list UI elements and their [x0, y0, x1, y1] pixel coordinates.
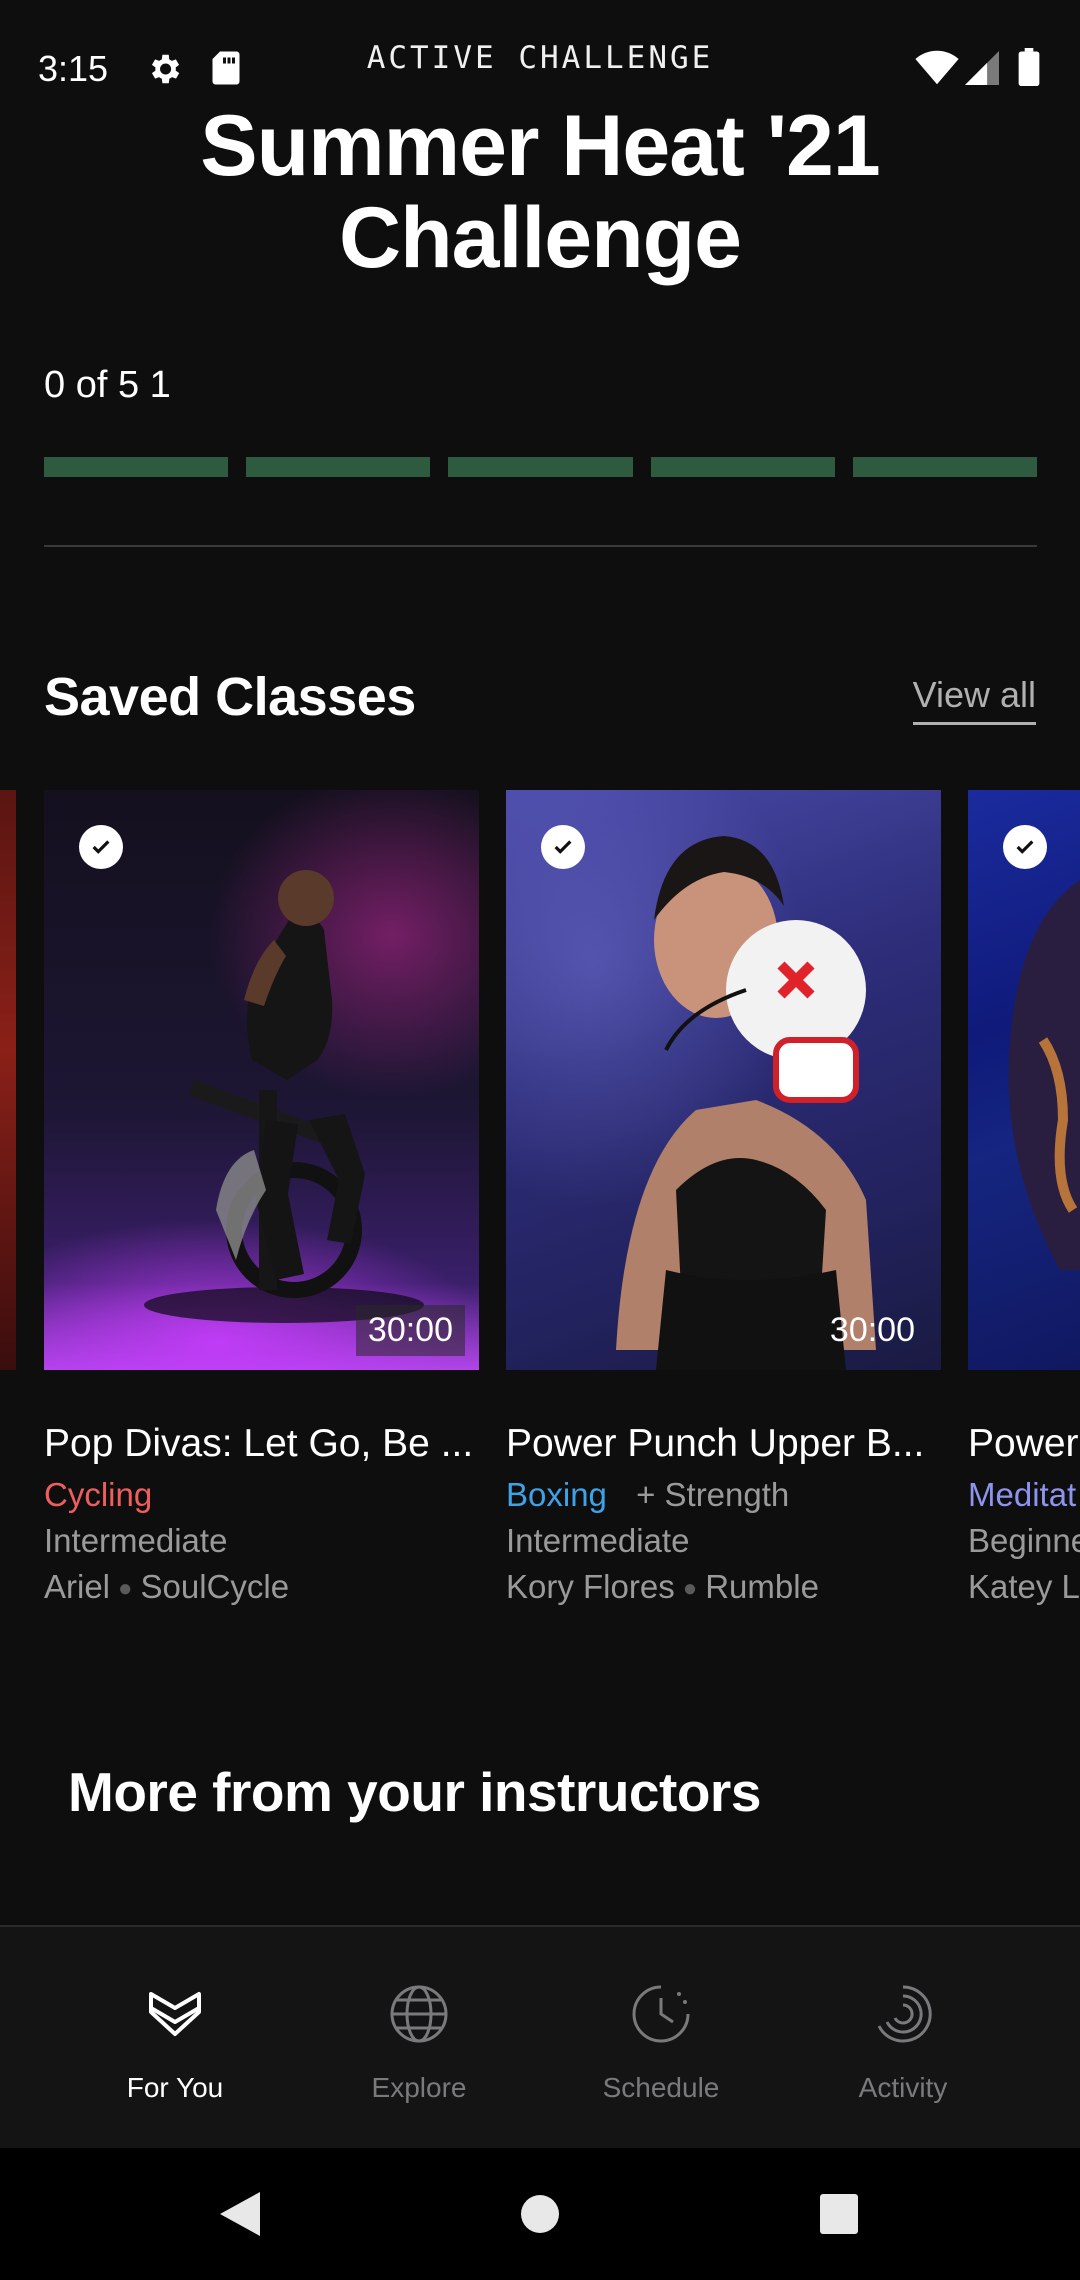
meditation-illustration: [1008, 880, 1080, 1270]
class-category-label: Boxing: [506, 1476, 607, 1513]
class-instructor: Ariel: [44, 1568, 111, 1605]
challenge-progress-text: 0 of 5 1: [44, 364, 171, 406]
class-category: Boxing + Strength: [506, 1476, 941, 1514]
class-card[interactable]: 30:00 Power Punch Upper B... Boxing + St…: [506, 790, 941, 1606]
class-category-label: Cycling: [44, 1476, 153, 1513]
progress-segment: [852, 457, 1038, 477]
globe-icon: [390, 1985, 448, 2043]
class-card[interactable]: 30:00 Pop Divas: Let Go, Be ... Cycling …: [44, 790, 479, 1606]
nav-explore[interactable]: Explore: [329, 1982, 509, 2104]
progress-segment: [44, 457, 229, 477]
class-instructor-studio: Ariel ● SoulCycle: [44, 1568, 479, 1606]
boxer-illustration: [616, 836, 876, 1370]
battery-icon: [1018, 48, 1040, 86]
challenge-title: Summer Heat '21 Challenge: [200, 98, 880, 286]
divider: [44, 545, 1037, 547]
saved-classes-heading: Saved Classes: [44, 667, 416, 727]
back-icon[interactable]: [218, 2190, 262, 2238]
class-title: Pop Divas: Let Go, Be ...: [44, 1422, 474, 1465]
class-studio: SoulCycle: [140, 1568, 290, 1605]
class-duration: 30:00: [829, 1311, 915, 1349]
for-you-icon: [149, 1992, 201, 2036]
class-thumbnail[interactable]: 30:00: [506, 790, 941, 1370]
recents-icon[interactable]: [818, 2190, 860, 2238]
dot-separator: ●: [118, 1575, 133, 1603]
activity-rings-icon: [877, 1985, 932, 2043]
class-level: Intermediate: [506, 1522, 690, 1559]
home-icon[interactable]: [520, 2190, 560, 2238]
class-thumbnail[interactable]: 30:00: [44, 790, 479, 1370]
class-card-partial-left[interactable]: [0, 790, 16, 1370]
class-instructor-studio: Kory Flores ● Rumble: [506, 1568, 941, 1606]
class-category-label: Meditat: [968, 1476, 1077, 1513]
class-card-partial-right[interactable]: [968, 790, 1080, 1370]
class-title: Power Punch Upper B...: [506, 1422, 925, 1465]
wifi-icon: [915, 50, 959, 85]
class-studio: Rumble: [705, 1568, 819, 1605]
system-navigation-bar: [0, 2148, 1080, 2280]
nav-label: Activity: [858, 2072, 948, 2103]
class-level: Beginne: [968, 1522, 1080, 1559]
saved-check-icon[interactable]: [1003, 825, 1047, 869]
class-level: Intermediate: [44, 1522, 228, 1559]
nav-label: Explore: [371, 2072, 467, 2103]
class-card-partial-text: Power Meditat Beginne Katey L: [968, 1422, 1080, 1606]
more-from-instructors-heading: More from your instructors: [68, 1761, 761, 1823]
nav-label: Schedule: [602, 2072, 720, 2103]
nav-label: For You: [126, 2072, 224, 2103]
nav-activity[interactable]: Activity: [813, 1982, 993, 2104]
cyclist-illustration: [144, 870, 424, 1323]
challenge-progress-bar: [44, 457, 1038, 477]
nav-for-you[interactable]: For You: [85, 1982, 265, 2104]
dot-separator: ●: [682, 1575, 698, 1603]
saved-check-icon[interactable]: [541, 825, 585, 869]
class-category-extra: + Strength: [636, 1476, 790, 1513]
saved-check-icon[interactable]: [79, 825, 123, 869]
bottom-navigation: For You Explore Schedule Activity: [0, 1925, 1080, 2148]
class-instructor: Kory Flores: [506, 1568, 675, 1605]
view-all-link[interactable]: View all: [912, 674, 1036, 725]
clock-icon: [632, 1985, 690, 2043]
nav-schedule[interactable]: Schedule: [571, 1982, 751, 2104]
progress-segment: [650, 457, 835, 477]
class-title: Power: [968, 1422, 1079, 1465]
signal-icon: [965, 51, 999, 85]
progress-segment: [448, 457, 633, 477]
class-instructor: Katey L: [968, 1568, 1080, 1605]
class-category: Cycling: [44, 1476, 479, 1514]
progress-segment: [246, 457, 431, 477]
class-duration: 30:00: [355, 1305, 465, 1356]
